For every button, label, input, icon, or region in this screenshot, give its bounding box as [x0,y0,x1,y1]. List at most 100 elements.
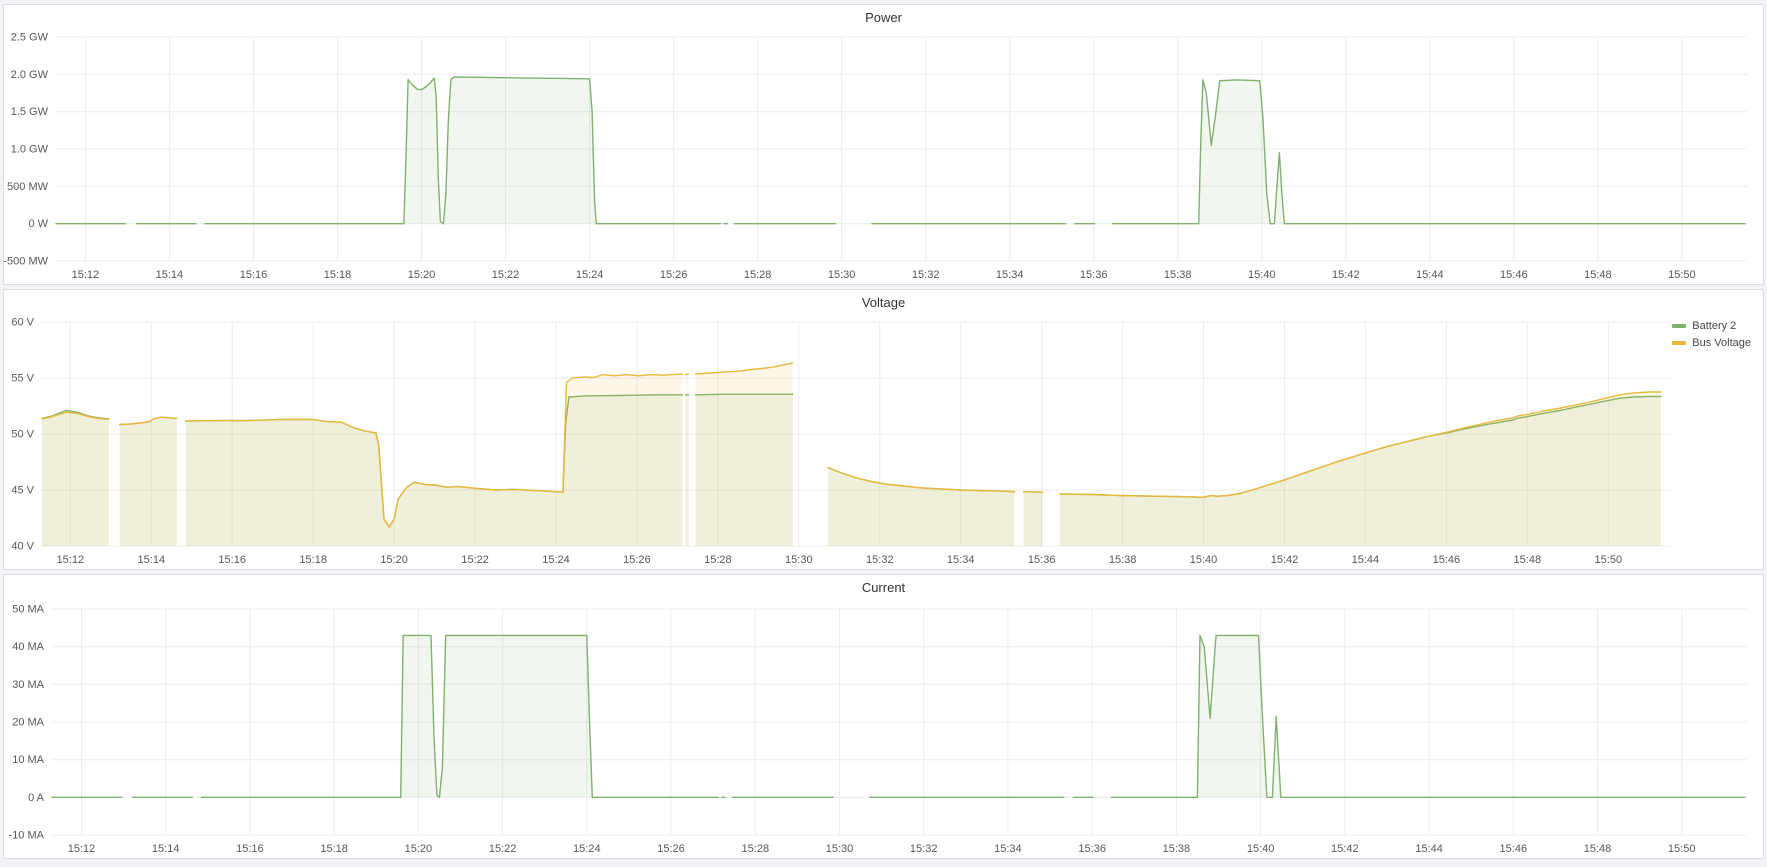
voltage-chart-svg[interactable]: 15:1215:1415:1615:1815:2015:2215:2415:26… [4,316,1763,569]
x-tick-label: 15:36 [1078,843,1106,855]
series-area [205,77,721,224]
y-tick-label: 2.5 GW [11,32,49,44]
x-tick-label: 15:20 [380,554,408,566]
series-area [1111,635,1745,797]
battery-2-swatch-icon [1672,324,1686,328]
y-tick-label: 1.0 GW [11,144,49,156]
panel-title-voltage[interactable]: Voltage [4,290,1763,316]
x-tick-label: 15:24 [576,269,604,281]
x-tick-label: 15:24 [542,554,570,566]
x-tick-label: 15:22 [489,843,517,855]
series-area [696,363,793,546]
series-area [42,412,109,546]
x-tick-label: 15:42 [1332,269,1360,281]
x-tick-label: 15:18 [324,269,352,281]
x-tick-label: 15:48 [1584,843,1612,855]
x-tick-label: 15:32 [912,269,940,281]
panel-power: Power 15:12 15:14 15:16 15:18 15:20 15:22 15:2… [3,4,1764,285]
x-tick-label: 15:50 [1668,843,1696,855]
x-tick-label: 15:14 [138,554,166,566]
x-tick-label: 15:18 [320,843,348,855]
x-tick-label: 15:46 [1433,554,1461,566]
x-tick-label: 15:48 [1514,554,1542,566]
y-tick-label: 0 A [28,792,45,804]
x-tick-label: 15:32 [910,843,938,855]
x-tick-label: 15:44 [1415,843,1443,855]
current-chart-svg[interactable]: 15:12 15:14 15:16 15:18 15:20 15:22 15:24 15:26… [4,601,1763,858]
legend-label-bus-voltage: Bus Voltage [1692,337,1751,349]
panel-title-power[interactable]: Power [4,5,1763,31]
x-tick-label: 15:22 [461,554,489,566]
x-tick-label: 15:50 [1668,269,1696,281]
series-area [828,468,1015,546]
y-tick-label: 45 V [11,485,34,497]
y-tick-label: 500 MW [7,181,49,193]
y-tick-label: 1.5 GW [11,106,49,118]
x-tick-label: 15:30 [785,554,813,566]
x-tick-label: 15:30 [828,269,856,281]
y-tick-label: 50 MA [12,604,44,616]
x-tick-label: 15:36 [1028,554,1056,566]
series-area [202,635,719,797]
y-tick-label: 10 MA [12,754,44,766]
x-tick-label: 15:12 [72,269,100,281]
x-tick-label: 15:16 [240,269,268,281]
x-tick-label: 15:34 [996,269,1024,281]
x-tick-label: 15:12 [57,554,85,566]
y-tick-label: 40 MA [12,641,44,653]
series-line [1023,492,1042,493]
y-tick-label: -10 MA [9,830,45,842]
x-tick-label: 15:46 [1500,843,1528,855]
x-tick-label: 15:42 [1331,843,1359,855]
voltage-legend: Battery 2 Bus Voltage [1672,320,1751,354]
x-tick-label: 15:50 [1595,554,1623,566]
series-line [686,374,689,375]
x-tick-label: 15:28 [704,554,732,566]
y-tick-label: -500 MW [4,256,49,268]
x-tick-label: 15:14 [152,843,180,855]
y-tick-label: 40 V [11,541,34,553]
x-tick-label: 15:28 [744,269,772,281]
x-tick-label: 15:18 [299,554,327,566]
x-tick-label: 15:20 [405,843,433,855]
x-tick-label: 15:42 [1271,554,1299,566]
x-tick-label: 15:26 [657,843,685,855]
x-tick-label: 15:30 [826,843,854,855]
y-tick-label: 2.0 GW [11,69,49,81]
y-tick-label: 50 V [11,429,34,441]
series-area [1023,492,1042,546]
x-tick-label: 15:38 [1163,843,1191,855]
panel-voltage: Voltage 15:12 15:14 15:16 15:18 15:20 15:22 15… [3,289,1764,570]
series-area [686,374,689,546]
x-tick-label: 15:24 [573,843,601,855]
x-tick-label: 15:36 [1080,269,1108,281]
power-chart-svg[interactable]: 15:12 15:14 15:16 15:18 15:20 15:22 15:24 15:26… [4,31,1763,284]
x-tick-label: 15:40 [1190,554,1218,566]
legend-item-battery-2[interactable]: Battery 2 [1672,320,1751,332]
y-tick-label: 55 V [11,373,34,385]
legend-label-battery-2: Battery 2 [1692,320,1736,332]
x-tick-label: 15:26 [660,269,688,281]
x-tick-label: 15:28 [742,843,770,855]
x-tick-label: 15:40 [1248,269,1276,281]
x-tick-label: 15:32 [866,554,894,566]
y-tick-label: 60 V [11,317,34,329]
x-tick-label: 15:14 [156,269,184,281]
x-tick-label: 15:44 [1352,554,1380,566]
current-chart[interactable]: 15:12 15:14 15:16 15:18 15:20 15:22 15:24 15:26… [4,601,1763,858]
x-tick-label: 15:22 [492,269,520,281]
panel-title-current[interactable]: Current [4,575,1763,601]
x-tick-label: 15:12 [68,843,96,855]
x-tick-label: 15:20 [408,269,436,281]
x-tick-label: 15:38 [1109,554,1137,566]
series-area [1060,392,1661,546]
power-chart[interactable]: 15:12 15:14 15:16 15:18 15:20 15:22 15:24 15:26… [4,31,1763,284]
voltage-chart[interactable]: 15:1215:1415:1615:1815:2015:2215:2415:26… [4,316,1763,569]
bus-voltage-swatch-icon [1672,341,1686,345]
x-tick-label: 15:16 [218,554,246,566]
legend-item-bus-voltage[interactable]: Bus Voltage [1672,337,1751,349]
x-tick-label: 15:38 [1164,269,1192,281]
series-area [186,374,683,546]
x-tick-label: 15:16 [236,843,264,855]
y-tick-label: 0 W [28,218,48,230]
